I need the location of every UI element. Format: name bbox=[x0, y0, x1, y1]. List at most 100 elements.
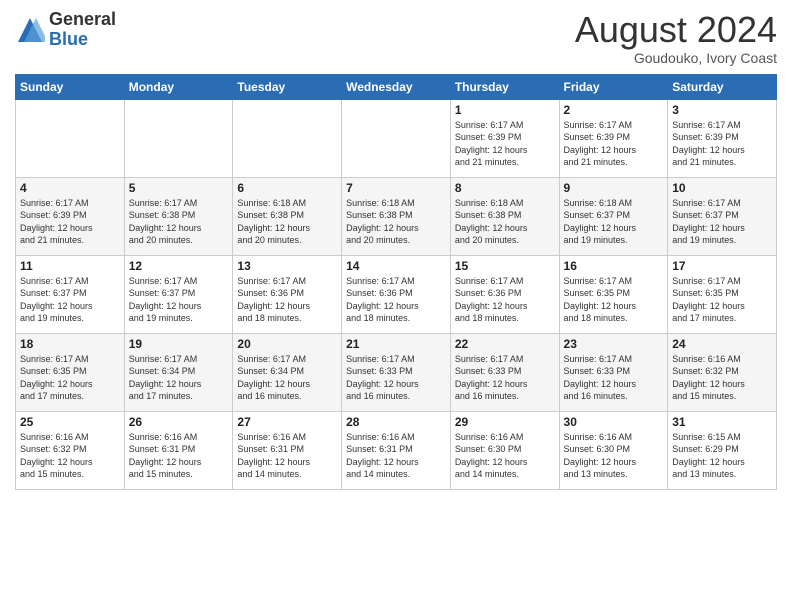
day-number: 7 bbox=[346, 181, 446, 195]
day-number: 5 bbox=[129, 181, 229, 195]
location: Goudouko, Ivory Coast bbox=[575, 50, 777, 66]
calendar-week-3: 11 Sunrise: 6:17 AM Sunset: 6:37 PM Dayli… bbox=[16, 255, 777, 333]
day-info: Sunrise: 6:16 AM Sunset: 6:31 PM Dayligh… bbox=[237, 431, 337, 481]
day-info: Sunrise: 6:18 AM Sunset: 6:38 PM Dayligh… bbox=[455, 197, 555, 247]
day-number: 22 bbox=[455, 337, 555, 351]
day-number: 6 bbox=[237, 181, 337, 195]
calendar-cell: 11 Sunrise: 6:17 AM Sunset: 6:37 PM Dayli… bbox=[16, 255, 125, 333]
day-info: Sunrise: 6:17 AM Sunset: 6:35 PM Dayligh… bbox=[20, 353, 120, 403]
day-number: 2 bbox=[564, 103, 664, 117]
day-number: 30 bbox=[564, 415, 664, 429]
calendar-cell: 17 Sunrise: 6:17 AM Sunset: 6:35 PM Dayli… bbox=[668, 255, 777, 333]
calendar-cell: 14 Sunrise: 6:17 AM Sunset: 6:36 PM Dayli… bbox=[342, 255, 451, 333]
day-info: Sunrise: 6:15 AM Sunset: 6:29 PM Dayligh… bbox=[672, 431, 772, 481]
calendar-cell: 9 Sunrise: 6:18 AM Sunset: 6:37 PM Daylig… bbox=[559, 177, 668, 255]
calendar-week-1: 1 Sunrise: 6:17 AM Sunset: 6:39 PM Daylig… bbox=[16, 99, 777, 177]
day-info: Sunrise: 6:18 AM Sunset: 6:37 PM Dayligh… bbox=[564, 197, 664, 247]
day-info: Sunrise: 6:17 AM Sunset: 6:33 PM Dayligh… bbox=[564, 353, 664, 403]
calendar-cell bbox=[124, 99, 233, 177]
day-info: Sunrise: 6:18 AM Sunset: 6:38 PM Dayligh… bbox=[237, 197, 337, 247]
day-info: Sunrise: 6:17 AM Sunset: 6:33 PM Dayligh… bbox=[346, 353, 446, 403]
day-number: 4 bbox=[20, 181, 120, 195]
calendar-week-2: 4 Sunrise: 6:17 AM Sunset: 6:39 PM Daylig… bbox=[16, 177, 777, 255]
calendar-cell: 26 Sunrise: 6:16 AM Sunset: 6:31 PM Dayli… bbox=[124, 411, 233, 489]
day-number: 24 bbox=[672, 337, 772, 351]
day-info: Sunrise: 6:17 AM Sunset: 6:37 PM Dayligh… bbox=[20, 275, 120, 325]
calendar-cell: 29Sunrise: 6:16 AM Sunset: 6:30 PM Dayli… bbox=[450, 411, 559, 489]
calendar-cell: 19 Sunrise: 6:17 AM Sunset: 6:34 PM Dayli… bbox=[124, 333, 233, 411]
day-info: Sunrise: 6:17 AM Sunset: 6:36 PM Dayligh… bbox=[346, 275, 446, 325]
day-info: Sunrise: 6:16 AM Sunset: 6:32 PM Dayligh… bbox=[20, 431, 120, 481]
day-info: Sunrise: 6:17 AM Sunset: 6:39 PM Dayligh… bbox=[20, 197, 120, 247]
day-info: Sunrise: 6:16 AM Sunset: 6:31 PM Dayligh… bbox=[129, 431, 229, 481]
calendar-week-5: 25 Sunrise: 6:16 AM Sunset: 6:32 PM Dayli… bbox=[16, 411, 777, 489]
day-info: Sunrise: 6:17 AM Sunset: 6:35 PM Dayligh… bbox=[672, 275, 772, 325]
calendar-cell: 6 Sunrise: 6:18 AM Sunset: 6:38 PM Daylig… bbox=[233, 177, 342, 255]
day-info: Sunrise: 6:18 AM Sunset: 6:38 PM Dayligh… bbox=[346, 197, 446, 247]
day-number: 31 bbox=[672, 415, 772, 429]
calendar-cell: 8 Sunrise: 6:18 AM Sunset: 6:38 PM Daylig… bbox=[450, 177, 559, 255]
page-container: General Blue August 2024 Goudouko, Ivory… bbox=[0, 0, 792, 612]
day-number: 10 bbox=[672, 181, 772, 195]
day-number: 18 bbox=[20, 337, 120, 351]
col-wednesday: Wednesday bbox=[342, 74, 451, 99]
day-number: 17 bbox=[672, 259, 772, 273]
calendar-cell bbox=[233, 99, 342, 177]
day-info: Sunrise: 6:17 AM Sunset: 6:39 PM Dayligh… bbox=[455, 119, 555, 169]
calendar-cell: 16Sunrise: 6:17 AM Sunset: 6:35 PM Dayli… bbox=[559, 255, 668, 333]
day-number: 25 bbox=[20, 415, 120, 429]
day-number: 28 bbox=[346, 415, 446, 429]
day-info: Sunrise: 6:17 AM Sunset: 6:37 PM Dayligh… bbox=[129, 275, 229, 325]
header: General Blue August 2024 Goudouko, Ivory… bbox=[15, 10, 777, 66]
day-number: 13 bbox=[237, 259, 337, 273]
day-info: Sunrise: 6:17 AM Sunset: 6:34 PM Dayligh… bbox=[129, 353, 229, 403]
calendar-cell: 5Sunrise: 6:17 AM Sunset: 6:38 PM Daylig… bbox=[124, 177, 233, 255]
col-thursday: Thursday bbox=[450, 74, 559, 99]
calendar-cell: 12Sunrise: 6:17 AM Sunset: 6:37 PM Dayli… bbox=[124, 255, 233, 333]
day-info: Sunrise: 6:17 AM Sunset: 6:36 PM Dayligh… bbox=[237, 275, 337, 325]
calendar-cell: 30 Sunrise: 6:16 AM Sunset: 6:30 PM Dayli… bbox=[559, 411, 668, 489]
day-number: 16 bbox=[564, 259, 664, 273]
day-number: 27 bbox=[237, 415, 337, 429]
day-number: 15 bbox=[455, 259, 555, 273]
calendar-cell: 10 Sunrise: 6:17 AM Sunset: 6:37 PM Dayli… bbox=[668, 177, 777, 255]
day-number: 1 bbox=[455, 103, 555, 117]
day-number: 8 bbox=[455, 181, 555, 195]
day-number: 23 bbox=[564, 337, 664, 351]
day-info: Sunrise: 6:17 AM Sunset: 6:39 PM Dayligh… bbox=[564, 119, 664, 169]
day-number: 21 bbox=[346, 337, 446, 351]
calendar-week-4: 18 Sunrise: 6:17 AM Sunset: 6:35 PM Dayli… bbox=[16, 333, 777, 411]
logo-icon bbox=[15, 15, 45, 45]
day-number: 19 bbox=[129, 337, 229, 351]
day-number: 11 bbox=[20, 259, 120, 273]
day-info: Sunrise: 6:16 AM Sunset: 6:30 PM Dayligh… bbox=[564, 431, 664, 481]
calendar-cell: 13 Sunrise: 6:17 AM Sunset: 6:36 PM Dayli… bbox=[233, 255, 342, 333]
calendar-cell: 3Sunrise: 6:17 AM Sunset: 6:39 PM Daylig… bbox=[668, 99, 777, 177]
day-number: 20 bbox=[237, 337, 337, 351]
calendar-cell: 15 Sunrise: 6:17 AM Sunset: 6:36 PM Dayli… bbox=[450, 255, 559, 333]
day-number: 14 bbox=[346, 259, 446, 273]
calendar-cell: 25 Sunrise: 6:16 AM Sunset: 6:32 PM Dayli… bbox=[16, 411, 125, 489]
day-info: Sunrise: 6:17 AM Sunset: 6:36 PM Dayligh… bbox=[455, 275, 555, 325]
col-saturday: Saturday bbox=[668, 74, 777, 99]
title-block: August 2024 Goudouko, Ivory Coast bbox=[575, 10, 777, 66]
day-number: 26 bbox=[129, 415, 229, 429]
calendar-cell: 18 Sunrise: 6:17 AM Sunset: 6:35 PM Dayli… bbox=[16, 333, 125, 411]
day-info: Sunrise: 6:16 AM Sunset: 6:32 PM Dayligh… bbox=[672, 353, 772, 403]
calendar-cell: 2 Sunrise: 6:17 AM Sunset: 6:39 PM Daylig… bbox=[559, 99, 668, 177]
col-friday: Friday bbox=[559, 74, 668, 99]
calendar-cell bbox=[342, 99, 451, 177]
day-number: 29 bbox=[455, 415, 555, 429]
calendar-cell: 24 Sunrise: 6:16 AM Sunset: 6:32 PM Dayli… bbox=[668, 333, 777, 411]
calendar-table: Sunday Monday Tuesday Wednesday Thursday… bbox=[15, 74, 777, 490]
col-tuesday: Tuesday bbox=[233, 74, 342, 99]
logo-blue-text: Blue bbox=[49, 29, 88, 49]
calendar-cell: 4 Sunrise: 6:17 AM Sunset: 6:39 PM Daylig… bbox=[16, 177, 125, 255]
col-monday: Monday bbox=[124, 74, 233, 99]
day-info: Sunrise: 6:17 AM Sunset: 6:37 PM Dayligh… bbox=[672, 197, 772, 247]
calendar-cell: 31 Sunrise: 6:15 AM Sunset: 6:29 PM Dayli… bbox=[668, 411, 777, 489]
day-number: 9 bbox=[564, 181, 664, 195]
col-sunday: Sunday bbox=[16, 74, 125, 99]
logo-general-text: General bbox=[49, 9, 116, 29]
calendar-cell: 21 Sunrise: 6:17 AM Sunset: 6:33 PM Dayli… bbox=[342, 333, 451, 411]
